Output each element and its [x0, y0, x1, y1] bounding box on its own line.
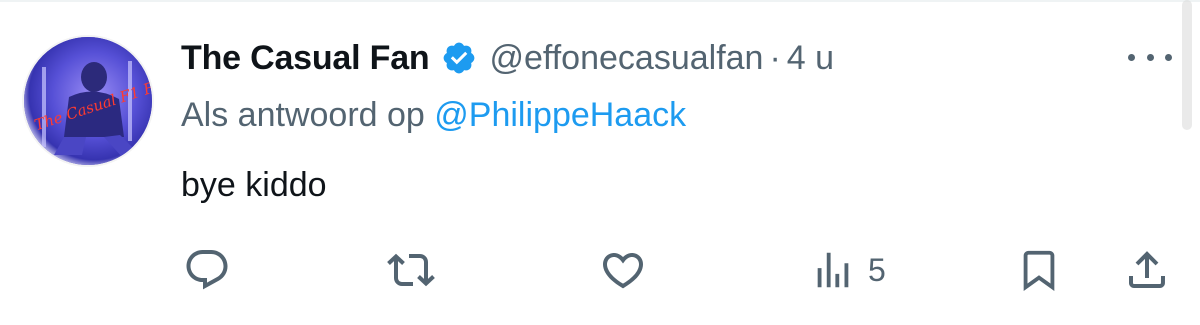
views-count: 5 [868, 251, 886, 288]
more-options-icon[interactable] [1128, 45, 1172, 69]
verified-badge-icon[interactable] [441, 40, 477, 76]
reply-mention-link[interactable]: @PhilippeHaack [434, 96, 686, 134]
display-name[interactable]: The Casual Fan [181, 39, 430, 78]
bookmark-icon [1023, 250, 1055, 291]
views-button[interactable]: 5 [810, 240, 886, 300]
avatar-image: The Casual F1 Fan [24, 37, 152, 165]
avatar[interactable]: The Casual F1 Fan [22, 35, 154, 167]
divider [0, 0, 1200, 2]
tweet-text: bye kiddo [181, 166, 327, 204]
timestamp[interactable]: 4 u [787, 39, 834, 78]
tweet-header: The Casual Fan @effonecasualfan · 4 u [181, 30, 834, 86]
action-bar: 5 [0, 240, 1200, 300]
separator-dot: · [769, 38, 781, 77]
reply-icon [186, 250, 228, 290]
like-button[interactable] [598, 240, 648, 300]
bookmark-button[interactable] [1016, 240, 1062, 300]
reply-button[interactable] [183, 240, 231, 300]
retweet-icon [387, 253, 435, 287]
reply-context: Als antwoord op @PhilippeHaack [181, 96, 686, 135]
views-icon [817, 252, 849, 288]
tweet[interactable]: The Casual F1 Fan The Casual Fan @effone… [0, 0, 1200, 325]
retweet-button[interactable] [385, 240, 437, 300]
reply-prefix: Als antwoord op [181, 96, 425, 134]
scrollbar[interactable] [1182, 0, 1192, 130]
like-icon [602, 253, 644, 289]
handle[interactable]: @effonecasualfan [489, 39, 763, 78]
share-icon [1129, 251, 1165, 288]
share-button[interactable] [1123, 240, 1171, 300]
